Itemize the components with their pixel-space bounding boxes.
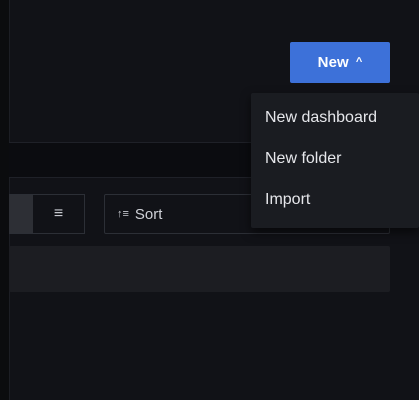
menu-item-new-dashboard[interactable]: New dashboard xyxy=(251,97,419,138)
sort-icon: ↑≡ xyxy=(117,208,129,220)
results-panel xyxy=(9,246,390,292)
sort-label: Sort xyxy=(134,205,163,223)
view-toggle-group: ≡ xyxy=(9,194,85,234)
menu-item-import[interactable]: Import xyxy=(251,179,419,220)
folder-view-toggle[interactable] xyxy=(9,195,33,233)
new-button-label: New xyxy=(317,54,349,71)
app-viewport: New ^ ≡ ↑≡ Sort New dashboard New folder… xyxy=(0,0,419,400)
menu-item-new-folder[interactable]: New folder xyxy=(251,138,419,179)
new-menu-dropdown: New dashboard New folder Import xyxy=(251,93,419,228)
new-button[interactable]: New ^ xyxy=(290,42,390,83)
list-view-icon[interactable]: ≡ xyxy=(33,195,84,233)
chevron-up-icon: ^ xyxy=(355,55,363,68)
